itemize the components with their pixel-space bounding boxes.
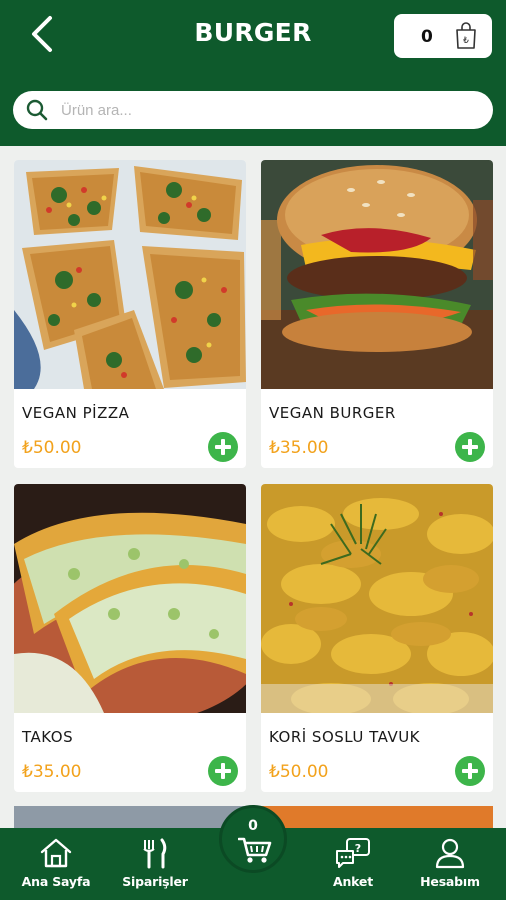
svg-text:?: ? [355,842,361,855]
product-card[interactable]: KORİ SOSLU TAVUK ₺50.00 [261,484,493,792]
nav-item-home[interactable]: Ana Sayfa [6,828,106,900]
add-to-cart-button[interactable] [455,432,485,462]
home-icon [40,838,72,868]
product-price: ₺35.00 [22,762,82,782]
cart-count: 0 [421,27,433,47]
app-header: BURGER 0 ₺ [0,0,506,146]
nav-label: Anket [332,874,373,889]
nav-item-orders[interactable]: Siparişler [105,828,205,900]
survey-icon: ? [336,838,370,868]
add-to-cart-button[interactable] [208,756,238,786]
search-input[interactable] [61,95,481,125]
product-image [261,484,493,713]
cart-fab-button[interactable]: 0 [219,805,287,873]
vegan-burger-photo [261,160,493,389]
curry-chicken-photo [261,484,493,713]
product-image [261,160,493,389]
add-to-cart-button[interactable] [208,432,238,462]
fork-knife-icon [143,838,167,869]
nav-label: Siparişler [122,874,188,889]
svg-text:₺: ₺ [463,36,469,46]
product-image [14,484,246,713]
cart-button[interactable]: 0 ₺ [394,14,492,58]
product-price: ₺50.00 [22,438,82,458]
product-image [14,160,246,389]
search-icon [26,99,48,121]
product-name: KORİ SOSLU TAVUK [269,728,421,746]
product-card[interactable]: TAKOS ₺35.00 [14,484,246,792]
nav-label: Hesabım [420,874,480,889]
shopping-cart-icon [238,837,272,863]
product-name: VEGAN PİZZA [22,404,130,422]
cart-count-badge: 0 [248,818,258,834]
shopping-bag-icon: ₺ [456,22,476,49]
product-price: ₺35.00 [269,438,329,458]
product-price: ₺50.00 [269,762,329,782]
nav-item-account[interactable]: Hesabım [400,828,500,900]
search-bar [13,91,493,129]
product-card[interactable]: VEGAN PİZZA ₺50.00 [14,160,246,468]
add-to-cart-button[interactable] [455,756,485,786]
product-name: VEGAN BURGER [269,404,396,422]
user-icon [435,838,465,869]
nav-label: Ana Sayfa [21,874,91,889]
nav-item-survey[interactable]: ? Anket [303,828,403,900]
product-name: TAKOS [22,728,74,746]
vegan-pizza-photo [14,160,246,389]
tacos-photo [14,484,246,713]
product-card[interactable]: VEGAN BURGER ₺35.00 [261,160,493,468]
